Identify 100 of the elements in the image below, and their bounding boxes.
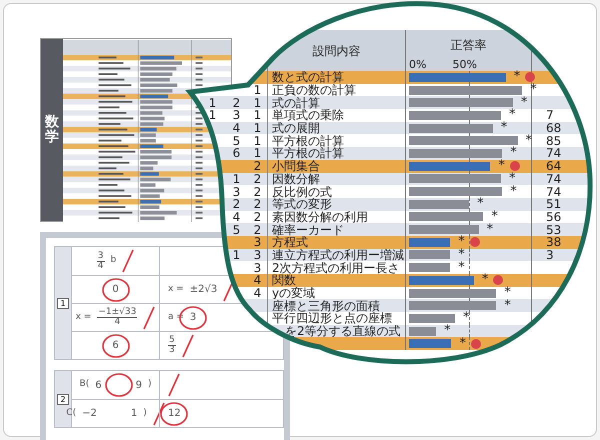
answer-prefix: x = (168, 282, 184, 296)
fraction-numerator: −1±√33 (97, 308, 138, 318)
answer-value: 6 (112, 339, 119, 353)
asterisk-mark: * (458, 262, 465, 274)
rate-value: 51 (546, 197, 562, 212)
subject-label: 数学 (44, 114, 59, 146)
question-label: 方程式 (272, 236, 308, 248)
answer-suffix: ) (143, 406, 147, 420)
rate-value: 74 (546, 146, 562, 160)
rate-value: 74 (546, 184, 562, 199)
table-cell: 5 (232, 134, 240, 148)
table-cell: 2 (232, 96, 240, 110)
answer-prefix: x = (76, 310, 92, 324)
table-cell: 2 (254, 198, 262, 210)
answer-value: −2 (82, 407, 97, 421)
table-cell: 3 (254, 262, 262, 274)
table-cell: 3 (232, 108, 240, 122)
question-label: 式の展開 (272, 122, 320, 134)
table-cell: 2 (254, 160, 262, 172)
table-cell: 4 (254, 287, 262, 300)
question-label: 単項式の乗除 (272, 109, 344, 122)
question-label: 数と式の計算 (272, 71, 344, 84)
asterisk-mark: * (514, 71, 520, 84)
answer-value: 9 (136, 378, 142, 392)
rate-value: 7 (546, 108, 554, 122)
answer-prefix: B( (80, 378, 90, 392)
question-label: 正負の数の計算 (272, 84, 356, 96)
question-label: 確率ーカード (272, 224, 344, 236)
question-label: 平方根の計算 (272, 134, 344, 147)
asterisk-mark: * (510, 147, 517, 160)
table-cell: 1 (208, 108, 216, 122)
section-number: 1 (57, 298, 69, 308)
table-cell: 3 (254, 248, 262, 261)
table-cell: 2 (254, 172, 262, 185)
question-label: 等式の変形 (272, 198, 332, 210)
table-cell: 1 (254, 84, 262, 96)
rate-value: 68 (546, 121, 562, 136)
rate-value: 38 (546, 235, 562, 250)
table-cell: 1 (254, 134, 262, 147)
answer-value: 0 (112, 283, 119, 297)
answer-value: ±2√3 (190, 282, 218, 297)
asterisk-mark: * (498, 160, 505, 172)
table-cell: 4 (232, 210, 240, 224)
question-label: 反比例の式 (272, 186, 332, 198)
question-label: 式の計算 (272, 96, 320, 109)
asterisk-mark: * (491, 210, 498, 223)
asterisk-mark: * (477, 198, 484, 210)
answer-value: 3 (190, 311, 196, 325)
fraction-numerator: 3 (96, 252, 104, 262)
asterisk-mark: * (463, 312, 470, 324)
column-header: 正答率 (450, 37, 486, 54)
answer-value: 6 (95, 378, 102, 392)
table-cell: 3 (232, 184, 240, 199)
table-cell: 1 (254, 147, 262, 160)
asterisk-mark: * (486, 224, 494, 236)
fraction-denominator: 4 (98, 262, 104, 270)
table-cell: 2 (254, 186, 262, 198)
rate-value: 85 (546, 134, 562, 148)
table-cell: 1 (254, 96, 262, 109)
asterisk-mark: * (509, 172, 516, 185)
question-label: 因数分解 (272, 172, 320, 185)
table-cell: 4 (232, 121, 240, 136)
asterisk-mark: * (459, 338, 466, 350)
asterisk-mark: * (520, 96, 528, 109)
asterisk-mark: * (509, 109, 516, 122)
question-label: 平方根の計算 (272, 147, 344, 160)
table-cell: 1 (208, 96, 216, 110)
fraction-numerator: 5 (168, 336, 176, 346)
asterisk-mark: * (500, 122, 508, 134)
asterisk-mark: * (510, 186, 517, 198)
answer-value: 1 (130, 407, 138, 421)
question-label: 関数 (272, 274, 296, 286)
table-cell: 4 (254, 274, 262, 286)
table-cell: 1 (254, 122, 262, 134)
axis-tick-label: 50% (452, 57, 477, 73)
answer-value: 12 (168, 407, 181, 421)
table-cell: 3 (254, 236, 262, 248)
table-cell: 1 (254, 109, 262, 122)
rate-value: 53 (546, 222, 562, 237)
asterisk-mark: * (504, 300, 511, 312)
column-header: 設問内容 (312, 42, 360, 60)
question-label: 座標と三角形の面積 (272, 300, 380, 312)
section-number: 2 (57, 394, 69, 404)
table-cell: 5 (232, 222, 240, 237)
asterisk-mark: * (504, 287, 511, 300)
asterisk-mark: * (482, 274, 488, 286)
rate-value: 74 (546, 172, 562, 186)
question-label: 2次方程式の利用ー長さ (272, 262, 400, 274)
table-cell: 2 (254, 224, 262, 236)
question-label: 小問集合 (272, 160, 320, 172)
rate-value: 64 (546, 159, 562, 174)
answer-prefix: C( (66, 406, 76, 420)
asterisk-mark: * (458, 248, 465, 261)
question-label: 平行四辺形と点の座標 (272, 312, 392, 324)
table-cell: 1 (232, 172, 240, 186)
rate-value: 3 (546, 248, 554, 262)
question-label: yの変域 (272, 287, 316, 300)
axis-tick-label: 0% (409, 57, 426, 73)
rate-value: 56 (546, 210, 562, 224)
table-cell: 6 (232, 146, 240, 160)
